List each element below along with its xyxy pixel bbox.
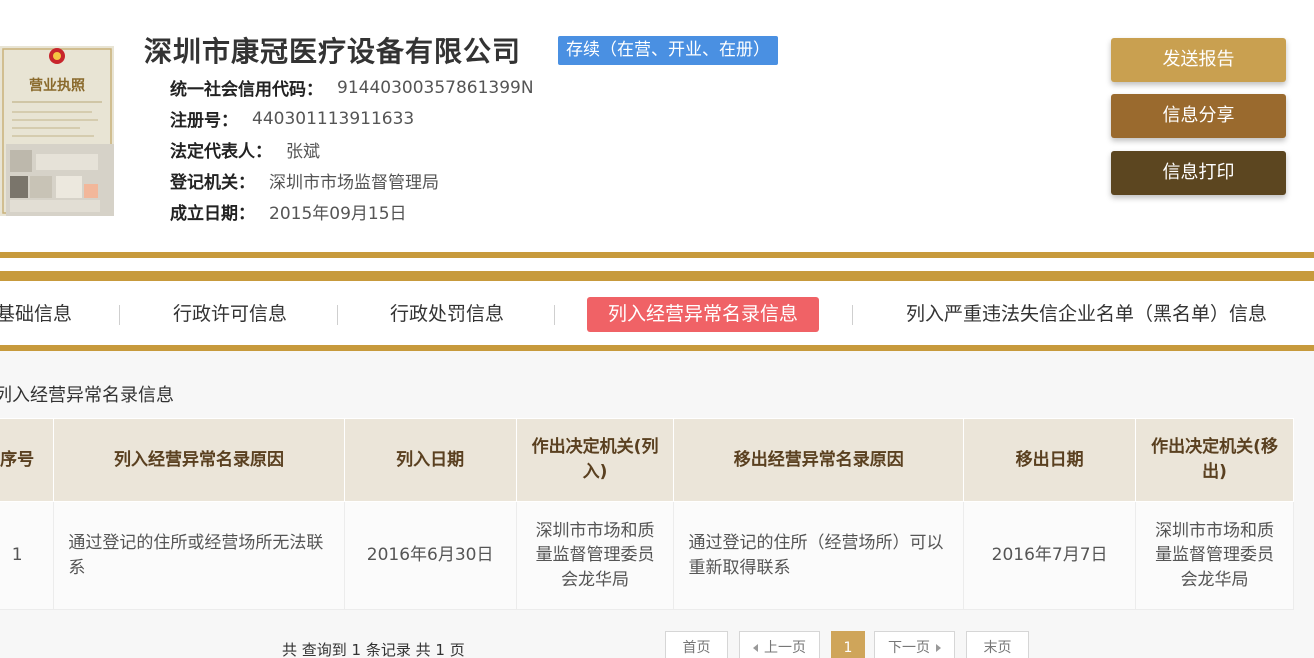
national-emblem-icon: [49, 48, 65, 64]
info-row-establishment-date: 成立日期： 2015年09月15日: [170, 196, 534, 227]
table-cell-index: 1: [0, 501, 55, 610]
tab-administrative-penalty[interactable]: 行政处罚信息: [390, 297, 504, 332]
info-label: 成立日期：: [170, 204, 255, 224]
section-title: 列入经营异常名录信息: [0, 385, 174, 406]
info-label: 登记机关：: [170, 173, 255, 193]
content-area: 列入经营异常名录信息 序号 列入经营异常名录原因 列入日期 作出决定机关(列入)…: [0, 351, 1314, 658]
next-page-label: 下一页: [888, 640, 930, 656]
header-divider: [0, 252, 1314, 258]
first-page-button[interactable]: 首页: [665, 631, 728, 658]
license-title: 营业执照: [29, 77, 85, 94]
column-header: 作出决定机关(列入): [515, 418, 675, 502]
table-cell-removal-reason: 通过登记的住所（经营场所）可以重新取得联系: [673, 501, 965, 610]
column-header: 序号: [0, 418, 55, 502]
tab-separator: [337, 305, 338, 325]
column-header: 列入经营异常名录原因: [53, 418, 345, 502]
column-header: 列入日期: [343, 418, 517, 502]
tab-blacklist[interactable]: 列入严重违法失信企业名单（黑名单）信息: [906, 297, 1267, 332]
tab-administrative-license[interactable]: 行政许可信息: [173, 297, 287, 332]
current-page-button[interactable]: 1: [831, 631, 865, 658]
company-info-list: 统一社会信用代码： 91440300357861399N 注册号： 440301…: [170, 72, 534, 227]
table-cell-removal-authority: 深圳市市场和质量监督管理委员会龙华局: [1135, 501, 1294, 610]
info-tabs: 基础信息 行政许可信息 行政处罚信息 列入经营异常名录信息 列入严重违法失信企业…: [0, 281, 1314, 345]
info-label: 注册号：: [170, 111, 238, 131]
previous-page-button[interactable]: 上一页: [739, 631, 820, 658]
table-row: 1 通过登记的住所或经营场所无法联系 2016年6月30日 深圳市市场和质量监督…: [0, 501, 1294, 610]
tab-separator: [852, 305, 853, 325]
info-value: 张斌: [286, 142, 320, 162]
send-report-button[interactable]: 发送报告: [1111, 38, 1286, 82]
table-cell-removal-date: 2016年7月7日: [963, 501, 1137, 610]
info-row-legal-representative: 法定代表人： 张斌: [170, 134, 534, 165]
tab-abnormal-operation[interactable]: 列入经营异常名录信息: [587, 297, 820, 332]
info-value: 440301113911633: [252, 108, 415, 129]
info-label: 统一社会信用代码：: [170, 80, 323, 100]
table-cell-inclusion-authority: 深圳市市场和质量监督管理委员会龙华局: [515, 501, 675, 610]
tab-basic-info[interactable]: 基础信息: [0, 297, 72, 332]
tab-separator: [554, 305, 555, 325]
last-page-button[interactable]: 末页: [966, 631, 1029, 658]
share-info-button[interactable]: 信息分享: [1111, 94, 1286, 138]
info-row-registration-authority: 登记机关： 深圳市市场监督管理局: [170, 165, 534, 196]
info-label: 法定代表人：: [170, 142, 272, 162]
tab-separator: [119, 305, 120, 325]
triangle-left-icon: [753, 644, 758, 652]
triangle-right-icon: [936, 644, 941, 652]
info-row-credit-code: 统一社会信用代码： 91440300357861399N: [170, 72, 534, 103]
print-info-button[interactable]: 信息打印: [1111, 151, 1286, 195]
abnormal-operation-table: 序号 列入经营异常名录原因 列入日期 作出决定机关(列入) 移出经营异常名录原因…: [0, 418, 1294, 610]
table-cell-inclusion-reason: 通过登记的住所或经营场所无法联系: [53, 501, 345, 610]
table-header-row: 序号 列入经营异常名录原因 列入日期 作出决定机关(列入) 移出经营异常名录原因…: [0, 418, 1294, 502]
table-cell-inclusion-date: 2016年6月30日: [343, 501, 517, 610]
company-name: 深圳市康冠医疗设备有限公司: [144, 35, 522, 68]
next-page-button[interactable]: 下一页: [874, 631, 955, 658]
column-header: 作出决定机关(移出): [1135, 418, 1294, 502]
previous-page-label: 上一页: [764, 640, 806, 656]
status-badge: 存续（在营、开业、在册）: [558, 36, 778, 65]
tabs-top-border: [0, 271, 1314, 281]
info-value: 深圳市市场监督管理局: [269, 173, 439, 193]
info-value: 91440300357861399N: [337, 77, 534, 98]
column-header: 移出经营异常名录原因: [673, 418, 965, 502]
info-value: 2015年09月15日: [269, 204, 407, 224]
info-row-registration-number: 注册号： 440301113911633: [170, 103, 534, 134]
business-license-image[interactable]: 营业执照: [0, 46, 114, 216]
column-header: 移出日期: [963, 418, 1137, 502]
company-header: 营业执照 深圳市康冠医疗设备有限公司 存续（在营、开业、在册） 统一社会信用代码…: [0, 0, 1314, 250]
pagination-summary: 共 查询到 1 条记录 共 1 页: [282, 641, 465, 658]
